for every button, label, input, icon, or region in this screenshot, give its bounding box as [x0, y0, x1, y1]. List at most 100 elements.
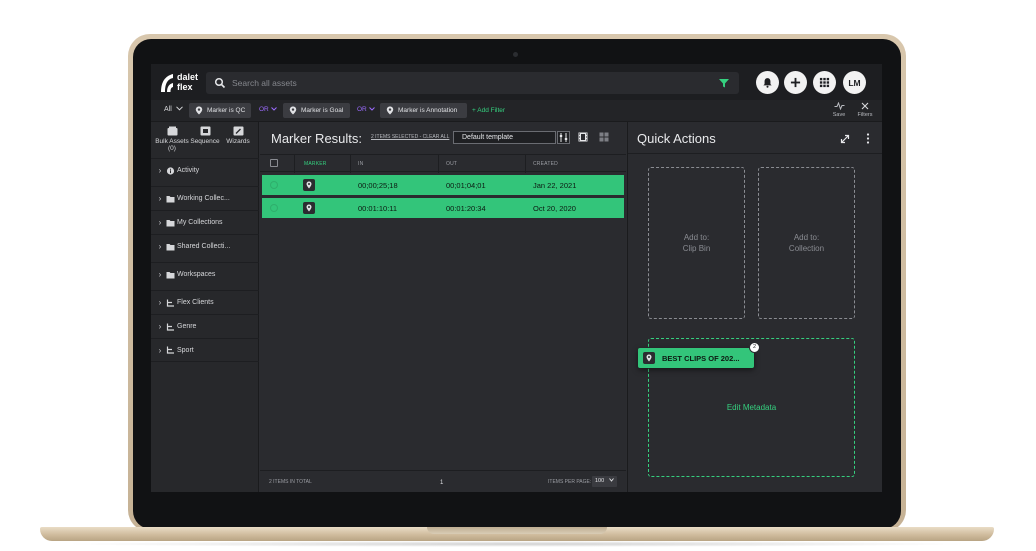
column-header-in[interactable]: IN	[358, 161, 363, 167]
select-all-checkbox[interactable]	[270, 159, 278, 167]
row-checkbox[interactable]	[270, 204, 278, 212]
sidebar-item-genre[interactable]: › Genre	[151, 314, 259, 338]
column-header-marker[interactable]: MARKER	[304, 161, 327, 167]
row-checkbox[interactable]	[270, 181, 278, 189]
sidebar-item-working-collections[interactable]: › Working Collec...	[151, 186, 259, 210]
search-box[interactable]	[206, 72, 739, 94]
tool-label: Wizards	[226, 138, 250, 145]
apps-button[interactable]	[813, 71, 836, 94]
sidebar-item-label: My Collections	[177, 219, 223, 226]
tool-label: Bulk Assets (0)	[155, 138, 189, 152]
sidebar-item-sport[interactable]: › Sport	[151, 338, 259, 362]
notifications-button[interactable]	[756, 71, 779, 94]
grid-view-icon[interactable]	[599, 132, 609, 142]
items-per-page-select[interactable]: 100	[592, 476, 617, 487]
sidebar-item-label: Working Collec...	[177, 195, 230, 202]
wizard-icon	[233, 126, 243, 136]
hierarchy-icon	[166, 323, 174, 331]
sidebar-item-my-collections[interactable]: › My Collections	[151, 210, 259, 234]
add-to-clip-bin-zone[interactable]: Add to: Clip Bin	[648, 167, 745, 319]
sidebar-item-label: Workspaces	[177, 271, 216, 278]
add-filter-link[interactable]: + Add Filter	[472, 107, 505, 114]
filter-chip-qc[interactable]: Marker is QC	[189, 103, 251, 118]
marker-pin-icon	[386, 106, 394, 115]
cell-in: 00;00;25;18	[358, 181, 398, 190]
chevron-down-icon	[608, 478, 614, 482]
sidebar-item-workspaces[interactable]: › Workspaces	[151, 262, 259, 286]
search-input[interactable]	[232, 75, 702, 91]
table-header: MARKER IN OUT CREATED	[260, 154, 626, 173]
sidebar-item-activity[interactable]: › Activity	[151, 158, 259, 182]
save-label: Save	[832, 112, 846, 118]
column-divider	[350, 155, 351, 173]
dalet-logo-icon	[161, 74, 173, 92]
results-title: Marker Results:	[271, 131, 363, 146]
items-per-page-value: 100	[595, 478, 605, 484]
bell-icon	[763, 78, 772, 88]
cell-out: 00;01;04;01	[446, 181, 486, 190]
table-row[interactable]: 00;00;25;18 00;01;04;01 Jan 22, 2021	[262, 175, 624, 195]
or-operator[interactable]: OR	[259, 106, 277, 113]
scope-label: All	[164, 106, 172, 113]
filter-icon[interactable]	[718, 77, 730, 89]
marker-thumbnail	[303, 202, 315, 214]
plus-icon	[790, 77, 801, 88]
filter-chip-goal[interactable]: Marker is Goal	[283, 103, 350, 118]
brand-logo-text: dalet flex	[177, 72, 198, 92]
left-sidebar: Bulk Assets (0) Sequence Wizards › Activ…	[151, 122, 259, 492]
filter-chip-label: Marker is Annotation	[398, 107, 458, 114]
dragged-collection-card[interactable]: BEST CLIPS OF 202...	[638, 348, 754, 368]
laptop-shadow	[60, 541, 974, 547]
cell-created: Jan 22, 2021	[533, 181, 577, 190]
hierarchy-icon	[166, 299, 174, 307]
quick-actions-panel: Quick Actions Add to: Clip Bin Add to: C…	[627, 122, 882, 492]
or-operator-label: OR	[357, 106, 367, 113]
page-number[interactable]: 1	[440, 480, 443, 486]
sidebar-item-label: Activity	[177, 167, 200, 174]
template-settings-button[interactable]	[557, 131, 570, 144]
chevron-right-icon: ›	[158, 242, 162, 251]
or-operator[interactable]: OR	[357, 106, 375, 113]
sidebar-item-flex-clients[interactable]: › Flex Clients	[151, 290, 259, 314]
close-icon	[861, 102, 869, 110]
tool-label: Sequence	[190, 138, 220, 145]
scope-select[interactable]: All	[164, 106, 183, 113]
expand-icon[interactable]	[840, 134, 850, 144]
laptop-notch	[427, 527, 607, 534]
chevron-right-icon: ›	[158, 270, 162, 279]
sidebar-item-shared-collections[interactable]: › Shared Collecti...	[151, 234, 259, 258]
sidebar-item-label: Shared Collecti...	[177, 243, 231, 250]
more-vertical-icon[interactable]	[866, 133, 870, 144]
filter-chip-label: Marker is Goal	[301, 107, 344, 114]
column-header-created[interactable]: CREATED	[533, 161, 558, 167]
chevron-down-icon	[175, 106, 183, 111]
wizards-tool[interactable]: Wizards	[221, 126, 255, 145]
template-select[interactable]: Default template	[453, 131, 556, 144]
table-row[interactable]: 00:01:10:11 00:01:20:34 Oct 20, 2020	[262, 198, 624, 218]
search-icon	[214, 77, 226, 89]
bulk-assets-tool[interactable]: Bulk Assets (0)	[155, 126, 189, 152]
user-avatar[interactable]: LM	[843, 71, 866, 94]
chevron-right-icon: ›	[158, 298, 162, 307]
drag-card-label: BEST CLIPS OF 202...	[662, 354, 740, 363]
quick-actions-title: Quick Actions	[637, 131, 716, 146]
marker-pin-icon	[306, 181, 312, 189]
sequence-tool[interactable]: Sequence	[188, 126, 222, 145]
chevron-down-icon	[270, 107, 277, 111]
folder-icon	[166, 219, 175, 226]
filter-chip-annotation[interactable]: Marker is Annotation	[380, 103, 467, 118]
save-search-button[interactable]: Save	[831, 101, 847, 118]
filter-bar: All Marker is QC OR Marker is Goal OR Ma…	[151, 100, 882, 122]
app-screen: dalet flex Search all assets LM All Mark…	[151, 64, 882, 492]
logo-line-2: flex	[177, 82, 193, 92]
results-footer: 2 ITEMS IN TOTAL 1 ITEMS PER PAGE: 100	[260, 470, 626, 492]
filmstrip-view-icon[interactable]	[578, 132, 588, 142]
items-per-page-label: ITEMS PER PAGE:	[548, 479, 592, 485]
column-header-out[interactable]: OUT	[446, 161, 457, 167]
chevron-right-icon: ›	[158, 166, 162, 175]
filters-close-button[interactable]: Filters	[856, 102, 874, 118]
add-to-collection-zone[interactable]: Add to: Collection	[758, 167, 855, 319]
create-button[interactable]	[784, 71, 807, 94]
chevron-down-icon	[368, 107, 375, 111]
clear-selection-link[interactable]: 2 ITEMS SELECTED - CLEAR ALL	[371, 134, 449, 140]
